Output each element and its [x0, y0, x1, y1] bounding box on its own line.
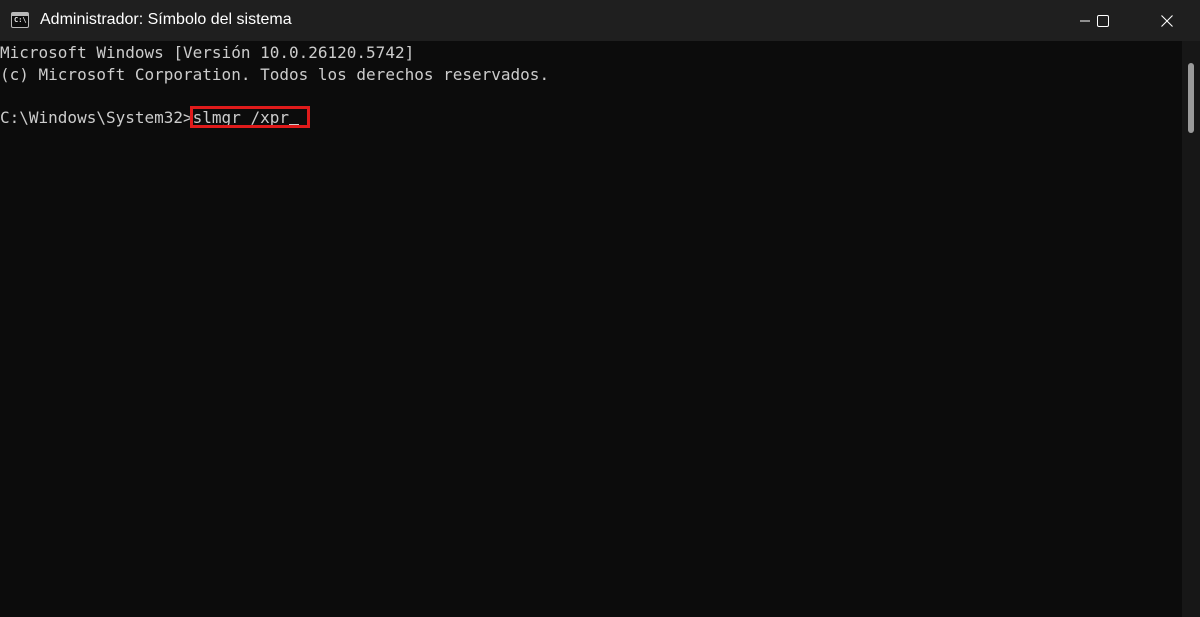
copyright-line: (c) Microsoft Corporation. Todos los der… [0, 65, 550, 84]
prompt-text: C:\Windows\System32> [0, 108, 193, 127]
version-line: Microsoft Windows [Versión 10.0.26120.57… [0, 43, 415, 62]
maximize-icon [1097, 14, 1109, 27]
vertical-scrollbar[interactable] [1182, 41, 1200, 617]
scrollbar-thumb[interactable] [1188, 63, 1194, 133]
close-button[interactable] [1144, 0, 1190, 41]
command-prompt-window: C:\ Administrador: Símbolo del sistema M… [0, 0, 1200, 617]
close-icon [1161, 14, 1173, 27]
console-output[interactable]: Microsoft Windows [Versión 10.0.26120.57… [0, 41, 1182, 617]
maximize-button[interactable] [1080, 0, 1126, 41]
title-bar[interactable]: C:\ Administrador: Símbolo del sistema [0, 0, 1200, 41]
command-prompt-icon[interactable]: C:\ [11, 12, 29, 28]
command-highlight-box [190, 106, 310, 128]
window-title: Administrador: Símbolo del sistema [40, 11, 292, 28]
